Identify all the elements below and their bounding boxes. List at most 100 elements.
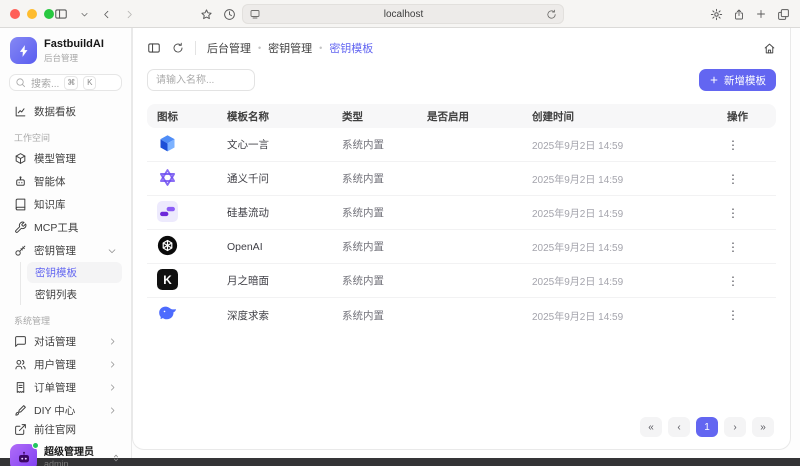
row-actions-icon[interactable]: ⋮ xyxy=(727,240,739,254)
chevron-right-icon xyxy=(108,383,117,392)
sidebar-item-label: 智能体 xyxy=(34,174,66,189)
created-at: 2025年9月2日 14:59 xyxy=(532,171,727,186)
sidebar-item-chats[interactable]: 对话管理 xyxy=(9,330,122,353)
search-icon xyxy=(15,77,26,88)
plus-icon xyxy=(709,75,719,85)
template-name: 月之暗面 xyxy=(227,273,342,288)
breadcrumb-item[interactable]: 密钥管理 xyxy=(268,40,312,56)
sidebar-item-label: DIY 中心 xyxy=(34,403,75,418)
app-title: FastbuildAI xyxy=(44,38,104,50)
divider xyxy=(195,41,196,55)
first-page-button[interactable]: « xyxy=(640,417,662,437)
new-tab-icon[interactable] xyxy=(755,8,767,20)
breadcrumb-separator: • xyxy=(258,43,261,53)
sidebar-search-input[interactable]: 搜索... ⌘ K xyxy=(9,74,122,91)
window-controls xyxy=(10,9,54,19)
main-content: 后台管理•密钥管理•密钥模板 新增模板 图标模板名称类型是否启用创建时间操作 文… xyxy=(132,28,791,450)
external-link-icon xyxy=(14,423,27,436)
prev-page-button[interactable]: ‹ xyxy=(668,417,690,437)
next-page-button[interactable]: › xyxy=(724,417,746,437)
address-bar[interactable]: localhost xyxy=(242,4,564,24)
row-actions-icon[interactable]: ⋮ xyxy=(727,172,739,186)
chevron-updown-icon xyxy=(111,453,121,463)
app-logo[interactable]: FastbuildAI 后台管理 xyxy=(9,35,122,74)
name-filter-input[interactable] xyxy=(147,69,255,91)
add-template-button[interactable]: 新增模板 xyxy=(699,69,776,91)
wrench-icon xyxy=(14,221,27,234)
sidebar-item-key-templates[interactable]: 密钥模板 xyxy=(27,262,122,283)
app-subtitle: 后台管理 xyxy=(44,52,104,64)
sidebar-item-label: 知识库 xyxy=(34,197,66,212)
sidebar-item-label: 密钥管理 xyxy=(34,243,76,258)
templates-table: 图标模板名称类型是否启用创建时间操作 文心一言系统内置2025年9月2日 14:… xyxy=(147,104,776,332)
online-status-dot xyxy=(32,442,39,449)
sidebar-item-users[interactable]: 用户管理 xyxy=(9,353,122,376)
sidebar-item-agents[interactable]: 智能体 xyxy=(9,170,122,193)
brush-icon xyxy=(14,404,27,417)
minimize-window-button[interactable] xyxy=(27,9,37,19)
sidebar-item-diy[interactable]: DIY 中心 xyxy=(9,399,122,422)
breadcrumb-item[interactable]: 密钥模板 xyxy=(329,40,373,56)
sidebar-item-knowledge[interactable]: 知识库 xyxy=(9,193,122,216)
column-header: 操作 xyxy=(727,109,766,124)
refresh-icon[interactable] xyxy=(172,42,184,54)
user-menu[interactable]: 超级管理员 admin xyxy=(9,437,122,466)
created-at: 2025年9月2日 14:59 xyxy=(532,239,727,254)
last-page-button[interactable]: » xyxy=(752,417,774,437)
row-actions-icon[interactable]: ⋮ xyxy=(727,138,739,152)
sidebar-item-models[interactable]: 模型管理 xyxy=(9,147,122,170)
breadcrumb: 后台管理•密钥管理•密钥模板 xyxy=(207,40,373,56)
breadcrumb-item[interactable]: 后台管理 xyxy=(207,40,251,56)
collapse-sidebar-icon[interactable] xyxy=(147,41,161,55)
reader-icon[interactable] xyxy=(249,8,261,20)
row-actions-icon[interactable]: ⋮ xyxy=(727,308,739,322)
column-header: 创建时间 xyxy=(532,109,727,124)
close-window-button[interactable] xyxy=(10,9,20,19)
chevron-down-icon[interactable] xyxy=(80,10,89,19)
browser-chrome: localhost xyxy=(0,0,800,28)
kimi-logo-icon: K xyxy=(157,269,178,290)
template-name: OpenAI xyxy=(227,241,342,253)
sidebar-item-orders[interactable]: 订单管理 xyxy=(9,376,122,399)
row-actions-icon[interactable]: ⋮ xyxy=(727,274,739,288)
history-clock-icon[interactable] xyxy=(223,8,236,21)
browser-sidebar-icon[interactable] xyxy=(54,7,68,21)
openai-logo-icon xyxy=(157,235,178,256)
kbd-k: K xyxy=(83,76,96,90)
pagination: « ‹ 1 › » xyxy=(147,417,776,437)
tab-overview-icon[interactable] xyxy=(777,8,790,21)
receipt-icon xyxy=(14,381,27,394)
robot-avatar-icon xyxy=(16,450,32,466)
template-name: 硅基流动 xyxy=(227,205,342,220)
sidebar-item-label: 模型管理 xyxy=(34,151,76,166)
kbd-cmd: ⌘ xyxy=(64,76,78,90)
home-icon[interactable] xyxy=(763,42,776,55)
share-icon[interactable] xyxy=(733,8,745,21)
add-template-label: 新增模板 xyxy=(724,73,766,88)
created-at: 2025年9月2日 14:59 xyxy=(532,137,727,152)
column-header: 类型 xyxy=(342,109,427,124)
page-button[interactable]: 1 xyxy=(696,417,718,437)
address-url[interactable]: localhost xyxy=(261,9,546,20)
zoom-window-button[interactable] xyxy=(44,9,54,19)
back-icon[interactable] xyxy=(101,9,112,20)
avatar xyxy=(10,444,37,466)
sidebar-item-dashboard[interactable]: 数据看板 xyxy=(9,100,122,123)
nav-children: 密钥模板密钥列表 xyxy=(20,262,122,305)
sidebar-item-key-list[interactable]: 密钥列表 xyxy=(27,284,122,305)
table-row: OpenAI系统内置2025年9月2日 14:59⋮ xyxy=(147,230,776,264)
users-icon xyxy=(14,358,27,371)
sidebar-item-mcp-tools[interactable]: MCP工具 xyxy=(9,216,122,239)
template-name: 文心一言 xyxy=(227,137,342,152)
silicon-logo-icon xyxy=(157,201,178,222)
column-header: 是否启用 xyxy=(427,109,532,124)
table-row: 文心一言系统内置2025年9月2日 14:59⋮ xyxy=(147,128,776,162)
row-actions-icon[interactable]: ⋮ xyxy=(727,206,739,220)
sidebar-item-keys[interactable]: 密钥管理 xyxy=(9,239,122,262)
extensions-icon[interactable] xyxy=(710,8,723,21)
reload-icon[interactable] xyxy=(546,9,557,20)
logo-bolt-icon xyxy=(10,37,37,64)
forward-icon[interactable] xyxy=(124,9,135,20)
sidebar-item-website[interactable]: 前往官网 xyxy=(9,422,122,437)
bookmark-star-icon[interactable] xyxy=(200,8,213,21)
